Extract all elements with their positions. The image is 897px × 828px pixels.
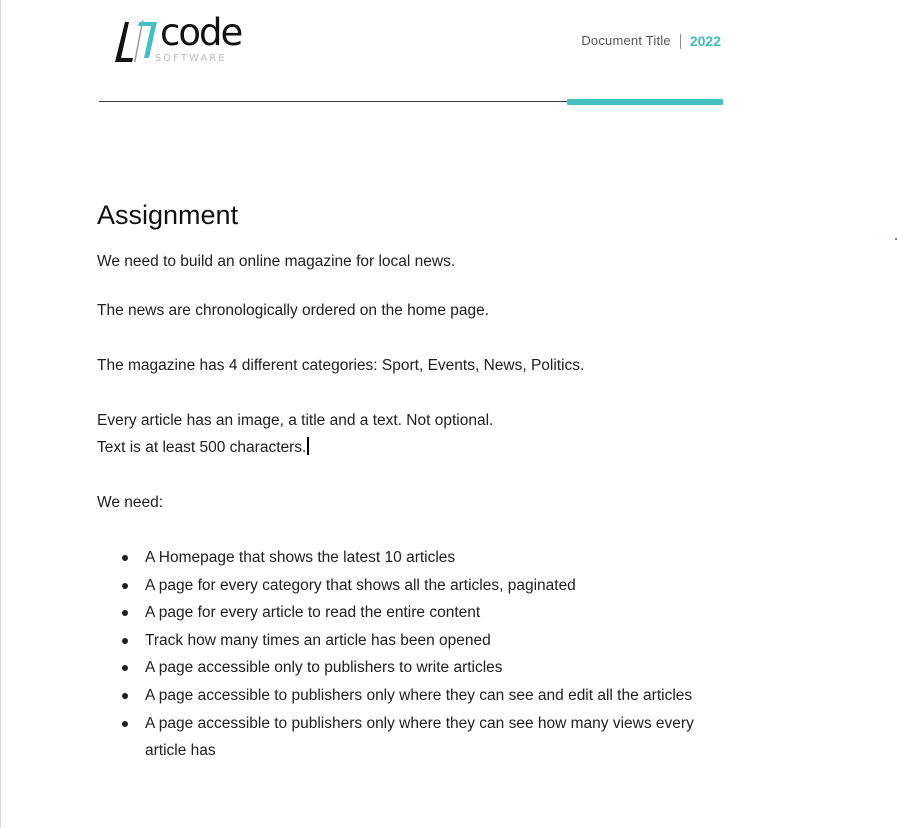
- text-cursor: [307, 437, 309, 455]
- header-rule: [99, 101, 569, 102]
- bullet-icon: [122, 665, 128, 672]
- list-item-text: A page for every category that shows all…: [145, 576, 576, 594]
- paragraph-intro: We need to build an online magazine for …: [97, 253, 456, 270]
- paragraph-text-length: Text is at least 500 characters.: [97, 434, 737, 461]
- paragraph-categories: The magazine has 4 different categories:…: [97, 357, 585, 374]
- bullet-icon: [122, 720, 128, 727]
- list-item: A page accessible to publishers only whe…: [97, 682, 737, 710]
- paragraph-article-fields: Every article has an image, a title and …: [97, 412, 494, 429]
- bullet-icon: [122, 582, 128, 589]
- list-item-text: A Homepage that shows the latest 10 arti…: [145, 549, 456, 566]
- paragraph-text-length-text: Text is at least 500 characters.: [97, 439, 307, 456]
- paragraph-we-need: We need:: [97, 494, 164, 511]
- logo-wordmark: code: [160, 11, 243, 54]
- bullet-icon: [122, 637, 128, 644]
- bullet-icon: [122, 692, 128, 699]
- bullet-icon: [122, 610, 128, 617]
- logo-subtitle: SOFTWARE: [155, 53, 227, 64]
- logo-mark-icon: [115, 20, 157, 62]
- list-item-text: A page accessible to publishers only whe…: [145, 686, 693, 704]
- document-body[interactable]: Assignment We need to build an online ma…: [97, 198, 737, 765]
- document-title: Document Title: [581, 33, 671, 48]
- document-header-meta: Document Title 2022: [581, 32, 721, 50]
- list-item-text: A page accessible only to publishers to …: [145, 659, 503, 677]
- document-year: 2022: [689, 33, 721, 49]
- list-item: A Homepage that shows the latest 10 arti…: [97, 544, 737, 572]
- list-item-text: A page for every article to read the ent…: [145, 604, 481, 622]
- list-item: A page for every article to read the ent…: [97, 599, 737, 627]
- list-item: Track how many times an article has been…: [97, 627, 737, 655]
- section-heading: Assignment: [97, 200, 239, 230]
- header-accent-bar: [567, 99, 723, 105]
- list-item: A page accessible only to publishers to …: [97, 654, 737, 682]
- requirements-list: A Homepage that shows the latest 10 arti…: [97, 544, 737, 765]
- paragraph-ordering: The news are chronologically ordered on …: [97, 302, 490, 319]
- list-item-text: Track how many times an article has been…: [145, 631, 491, 649]
- bullet-icon: [122, 555, 128, 561]
- list-item: A page for every category that shows all…: [97, 572, 737, 600]
- page-left-edge: [0, 0, 1, 828]
- company-logo: code SOFTWARE: [113, 14, 243, 70]
- header-separator: [679, 33, 681, 49]
- list-item-text: A page accessible to publishers only whe…: [145, 714, 694, 760]
- list-item: A page accessible to publishers only whe…: [97, 710, 737, 765]
